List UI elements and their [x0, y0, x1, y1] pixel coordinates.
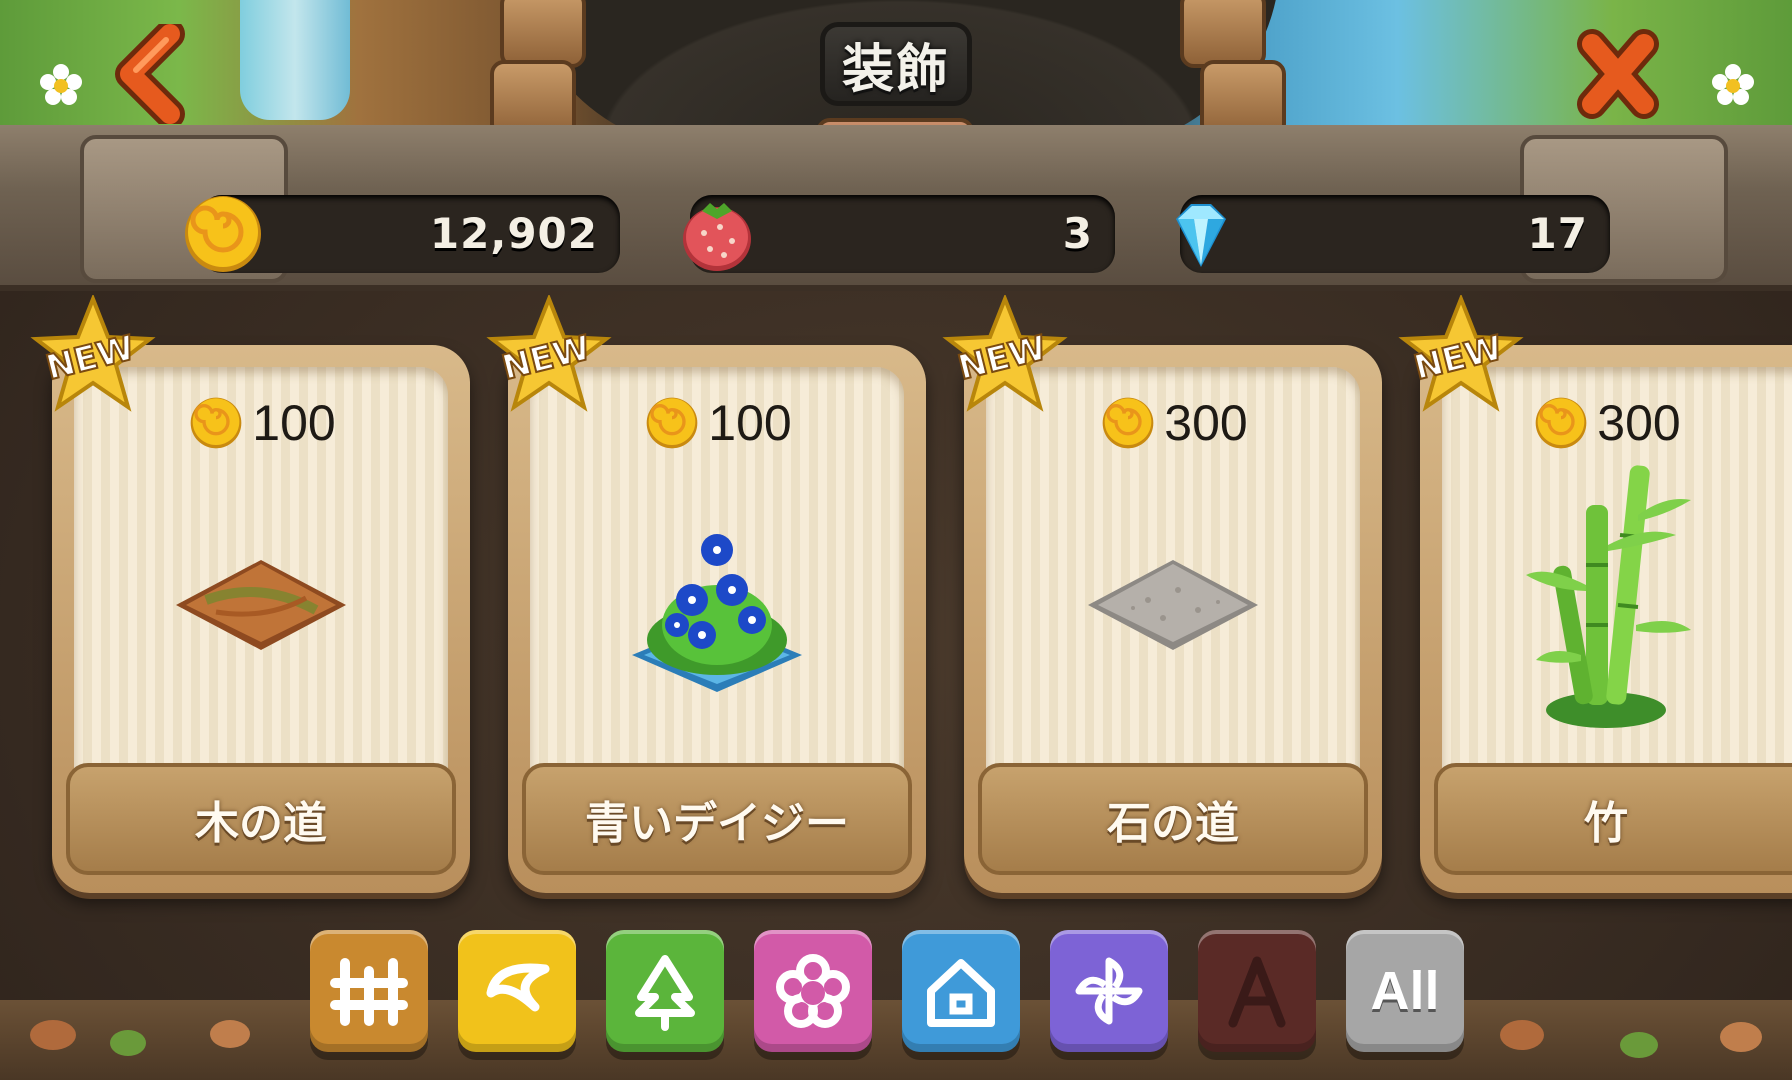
- daisy-decoration-icon: [40, 64, 82, 105]
- pebble-decoration: [1500, 1020, 1544, 1050]
- stone-path-icon: [1088, 560, 1258, 650]
- tree-icon: [635, 955, 695, 1031]
- wood-path-icon: [176, 560, 346, 650]
- page-title: 装飾: [841, 39, 950, 100]
- new-badge-icon: NEW: [942, 295, 1068, 412]
- pebble-decoration: [1620, 1032, 1658, 1058]
- pebble-decoration: [110, 1030, 146, 1056]
- diamond-icon: [1176, 204, 1226, 267]
- bamboo-icon: [1526, 465, 1691, 728]
- arch-stone: [500, 0, 586, 68]
- strawberry-icon: [683, 203, 751, 271]
- category-house-button[interactable]: [902, 930, 1020, 1052]
- category-moon-button[interactable]: [458, 930, 576, 1052]
- pebble-decoration: [1720, 1022, 1762, 1052]
- item-art: [508, 455, 926, 755]
- category-all-label: All: [1370, 961, 1440, 1021]
- new-badge-icon: NEW: [1398, 295, 1524, 412]
- item-name: 竹: [1584, 798, 1628, 849]
- item-art: [1420, 425, 1792, 765]
- item-name-bar: 竹: [1434, 763, 1792, 875]
- waterfall-decoration: [240, 0, 350, 120]
- house-icon: [927, 959, 995, 1027]
- back-button[interactable]: [108, 24, 200, 124]
- item-name: 木の道: [195, 798, 327, 849]
- diamond-amount: 17: [1527, 209, 1588, 258]
- coin-amount: 12,902: [429, 209, 598, 258]
- pinwheel-icon: [1075, 957, 1143, 1025]
- close-icon: [1577, 29, 1659, 119]
- category-fence-button[interactable]: [310, 930, 428, 1052]
- item-price-value: 300: [1164, 395, 1248, 451]
- new-badge-icon: NEW: [30, 295, 156, 412]
- chevron-left-icon: [115, 24, 185, 124]
- item-name: 青いデイジー: [585, 798, 849, 849]
- arch-stone: [1180, 0, 1266, 68]
- moon-icon: [486, 963, 550, 1012]
- category-all-button[interactable]: All: [1346, 930, 1464, 1052]
- decoration-shop-screen: 装飾 12,902 3 17 100 木の道 NEW 100 青いデイジー NE…: [0, 0, 1792, 1080]
- flower-icon: [776, 954, 850, 1028]
- item-name-bar: 青いデイジー: [522, 763, 912, 875]
- shop-item-card[interactable]: 300 石の道 NEW: [942, 295, 1382, 893]
- category-pinwheel-button[interactable]: [1050, 930, 1168, 1052]
- new-badge-icon: NEW: [486, 295, 612, 412]
- shop-item-card[interactable]: 300 竹 NEW: [1398, 295, 1792, 893]
- title-plate: 装飾: [820, 22, 972, 106]
- item-name-bar: 石の道: [978, 763, 1368, 875]
- coin-icon: [190, 397, 242, 449]
- item-name: 石の道: [1107, 798, 1239, 849]
- pebble-decoration: [30, 1020, 76, 1050]
- coin-icon: [185, 196, 261, 272]
- fence-icon: [330, 958, 408, 1026]
- item-price-value: 100: [708, 395, 792, 451]
- category-letters-button[interactable]: [1198, 930, 1316, 1052]
- pebble-decoration: [210, 1020, 250, 1048]
- strawberry-balance: 3: [683, 195, 1115, 273]
- coin-icon: [646, 397, 698, 449]
- daisy-decoration-icon: [1712, 64, 1754, 105]
- shop-item-card[interactable]: 100 木の道 NEW: [30, 295, 470, 893]
- coin-icon: [1102, 397, 1154, 449]
- item-art: [964, 455, 1382, 755]
- item-price-value: 100: [252, 395, 336, 451]
- blue-daisy-icon: [632, 534, 802, 692]
- strawberry-amount: 3: [1062, 209, 1093, 258]
- diamond-balance: 17: [1176, 195, 1610, 273]
- close-button[interactable]: [1572, 24, 1664, 124]
- coin-balance: 12,902: [185, 195, 620, 273]
- letter-a-icon: [1228, 956, 1286, 1028]
- category-tree-button[interactable]: [606, 930, 724, 1052]
- item-art: [52, 455, 470, 755]
- category-flower-button[interactable]: [754, 930, 872, 1052]
- item-name-bar: 木の道: [66, 763, 456, 875]
- shop-item-card[interactable]: 100 青いデイジー NEW: [486, 295, 926, 893]
